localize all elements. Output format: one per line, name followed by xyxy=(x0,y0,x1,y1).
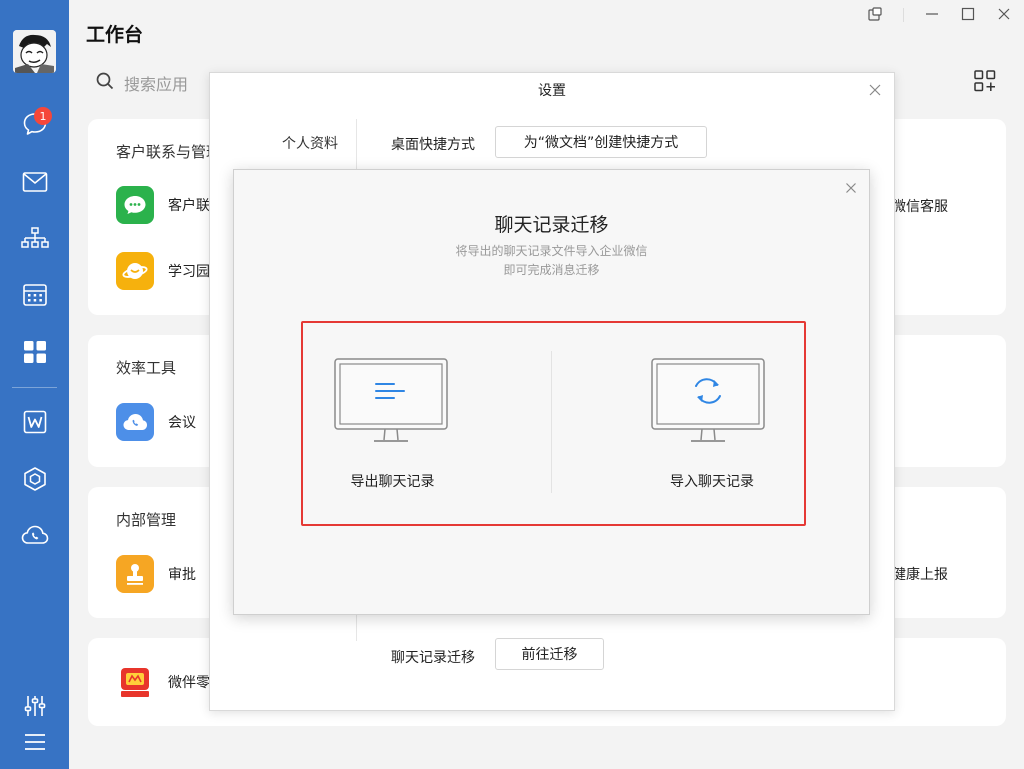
options-separator xyxy=(551,351,552,493)
app-health-report[interactable]: 健康上报 xyxy=(892,564,948,584)
chat-migrate-label: 聊天记录迁移 xyxy=(391,650,475,666)
app-label: 微伴零 xyxy=(168,675,210,691)
avatar[interactable] xyxy=(13,30,56,73)
word-doc-icon xyxy=(23,410,47,434)
card-title: 客户联系与管理 xyxy=(116,143,222,161)
cube-icon xyxy=(22,466,48,492)
sidebar-item-workbench[interactable] xyxy=(0,332,69,372)
app-wechat-service[interactable]: 微信客服 xyxy=(892,196,948,216)
monitor-import-icon xyxy=(651,358,767,452)
migration-subtitle: 将导出的聊天记录文件导入企业微信 即可完成消息迁移 xyxy=(234,242,869,280)
cloud-call-icon xyxy=(21,524,49,546)
sidebar-item-contacts[interactable] xyxy=(0,219,69,259)
weiban-logo-icon xyxy=(116,663,154,701)
shortcut-label: 桌面快捷方式 xyxy=(391,137,475,153)
maximize-icon xyxy=(961,6,975,25)
cloud-meeting-icon xyxy=(116,403,154,441)
settings-title: 设置 xyxy=(538,83,566,99)
wechat-icon xyxy=(116,186,154,224)
close-icon xyxy=(868,82,882,101)
minimize-icon xyxy=(925,6,939,25)
grid-add-icon xyxy=(974,70,996,96)
app-label: 微信客服 xyxy=(892,199,948,215)
window-controls xyxy=(867,6,1012,25)
mini-window-icon xyxy=(868,6,882,25)
export-chat-option[interactable]: 导出聊天记录 xyxy=(303,323,553,523)
minimize-button[interactable] xyxy=(924,7,940,23)
export-label: 导出聊天记录 xyxy=(350,474,435,490)
unread-badge: 1 xyxy=(34,107,52,125)
card-title: 内部管理 xyxy=(116,511,177,529)
migration-title: 聊天记录迁移 xyxy=(494,214,609,236)
add-app-button[interactable] xyxy=(974,70,996,92)
migration-subtitle-line2: 即可完成消息迁移 xyxy=(503,263,600,277)
search-icon xyxy=(96,72,114,94)
monitor-export-icon xyxy=(334,358,450,452)
import-chat-option[interactable]: 导入聊天记录 xyxy=(554,323,804,523)
close-icon xyxy=(997,6,1011,25)
app-meeting[interactable]: 会议 xyxy=(116,403,196,441)
search-input[interactable]: 搜索应用 xyxy=(96,71,188,95)
org-chart-icon xyxy=(20,227,49,251)
workbench-grid-icon xyxy=(23,340,47,364)
sidebar-item-docs[interactable] xyxy=(0,402,69,442)
planet-icon xyxy=(116,252,154,290)
settings-nav-profile[interactable]: 个人资料 xyxy=(282,133,338,153)
maximize-button[interactable] xyxy=(960,7,976,23)
settings-sliders-icon xyxy=(24,694,46,718)
mini-window-button[interactable] xyxy=(867,6,883,25)
app-approval[interactable]: 审批 xyxy=(116,555,196,593)
app-customer-contact[interactable]: 客户联 xyxy=(116,186,210,224)
app-label: 会议 xyxy=(168,415,196,431)
close-window-button[interactable] xyxy=(996,7,1012,23)
sidebar-item-messages[interactable] xyxy=(0,104,69,144)
app-label: 学习园 xyxy=(168,264,210,280)
stamp-icon xyxy=(116,555,154,593)
page-title: 工作台 xyxy=(86,24,144,46)
sidebar-divider xyxy=(12,387,57,388)
card-title: 效率工具 xyxy=(116,359,177,377)
app-weiban[interactable]: 微伴零 xyxy=(116,663,210,701)
chat-migration-dialog: 聊天记录迁移 将导出的聊天记录文件导入企业微信 即可完成消息迁移 导出聊天记录 xyxy=(233,169,870,615)
app-label: 审批 xyxy=(168,567,196,583)
window-controls-separator xyxy=(903,8,904,22)
mail-icon xyxy=(22,171,48,193)
sidebar-item-more[interactable] xyxy=(0,722,69,762)
app-learning-park[interactable]: 学习园 xyxy=(116,252,210,290)
sidebar: 1 xyxy=(0,0,69,769)
calendar-icon xyxy=(22,283,48,307)
sidebar-item-preferences[interactable] xyxy=(0,686,69,726)
app-label: 客户联 xyxy=(168,198,210,214)
settings-close-button[interactable] xyxy=(868,82,882,96)
close-icon xyxy=(845,179,857,198)
import-label: 导入聊天记录 xyxy=(670,474,754,490)
sidebar-item-mail[interactable] xyxy=(0,162,69,202)
sidebar-item-calendar[interactable] xyxy=(0,275,69,315)
highlight-box: 导出聊天记录 导入聊天记录 xyxy=(301,321,806,526)
sidebar-item-meeting[interactable] xyxy=(0,515,69,555)
go-migrate-button[interactable]: 前往迁移 xyxy=(495,638,604,670)
create-shortcut-button[interactable]: 为“微文档”创建快捷方式 xyxy=(495,126,707,158)
migration-subtitle-line1: 将导出的聊天记录文件导入企业微信 xyxy=(455,244,648,258)
menu-icon xyxy=(24,733,46,751)
migration-close-button[interactable] xyxy=(845,179,857,193)
sidebar-item-drive[interactable] xyxy=(0,459,69,499)
app-label: 健康上报 xyxy=(892,567,948,583)
search-placeholder: 搜索应用 xyxy=(124,75,189,94)
